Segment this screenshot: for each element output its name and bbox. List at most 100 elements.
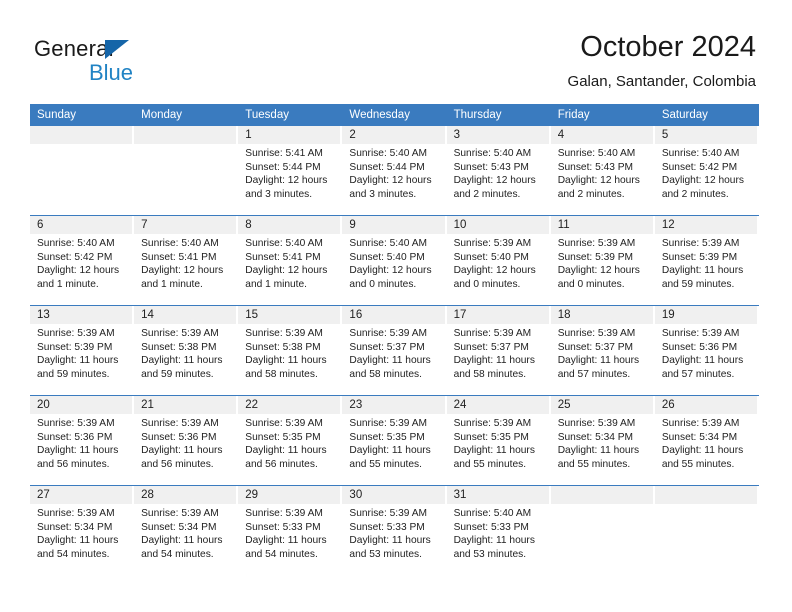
day-details: Sunrise: 5:39 AM Sunset: 5:33 PM Daylight:…	[342, 504, 445, 561]
daylight-text-line1: Daylight: 11 hours	[661, 355, 744, 367]
calendar-day-cell[interactable]: 10 Sunrise: 5:39 AM Sunset: 5:40 PM Dayligh…	[446, 215, 551, 306]
day-details: Sunrise: 5:39 AM Sunset: 5:35 PM Daylight:…	[238, 414, 341, 471]
sunrise-text: Sunrise: 5:39 AM	[349, 508, 428, 519]
day-number	[134, 126, 238, 144]
calendar-day-cell[interactable]: 30 Sunrise: 5:39 AM Sunset: 5:33 PM Dayligh…	[342, 485, 447, 575]
calendar-day-cell[interactable]: 13 Sunrise: 5:39 AM Sunset: 5:39 PM Dayligh…	[30, 305, 135, 396]
weekday-header-saturday: Saturday	[654, 104, 759, 126]
calendar-day-cell[interactable]: 28 Sunrise: 5:39 AM Sunset: 5:34 PM Dayligh…	[134, 485, 239, 575]
day-details: Sunrise: 5:39 AM Sunset: 5:37 PM Daylight:…	[447, 324, 550, 381]
calendar-day-cell[interactable]: 23 Sunrise: 5:39 AM Sunset: 5:35 PM Dayligh…	[342, 395, 447, 486]
calendar-day-cell-empty	[30, 126, 135, 216]
daylight-text-line2: and 59 minutes.	[37, 368, 110, 380]
calendar-day-cell[interactable]: 1 Sunrise: 5:41 AM Sunset: 5:44 PM Daylight…	[238, 126, 343, 216]
day-number: 16	[342, 306, 446, 324]
sunset-text: Sunset: 5:39 PM	[557, 251, 634, 263]
day-details: Sunrise: 5:39 AM Sunset: 5:37 PM Daylight:…	[551, 324, 654, 381]
calendar-day-cell[interactable]: 11 Sunrise: 5:39 AM Sunset: 5:39 PM Dayligh…	[550, 215, 655, 306]
calendar-day-cell[interactable]: 18 Sunrise: 5:39 AM Sunset: 5:37 PM Dayligh…	[550, 305, 655, 396]
day-details: Sunrise: 5:41 AM Sunset: 5:44 PM Daylight:…	[238, 144, 341, 201]
general-blue-logo[interactable]: General Blue	[34, 36, 234, 92]
sunrise-text: Sunrise: 5:39 AM	[37, 328, 115, 339]
sunrise-text: Sunrise: 5:39 AM	[245, 418, 323, 429]
daylight-text-line1: Daylight: 12 hours	[661, 175, 744, 187]
daylight-text-line2: and 55 minutes.	[557, 458, 631, 470]
sunrise-text: Sunrise: 5:40 AM	[349, 148, 428, 159]
daylight-text-line1: Daylight: 11 hours	[245, 445, 327, 457]
daylight-text-line2: and 58 minutes.	[453, 368, 527, 380]
calendar-day-cell[interactable]: 16 Sunrise: 5:39 AM Sunset: 5:37 PM Dayligh…	[342, 305, 447, 396]
calendar-day-cell[interactable]: 21 Sunrise: 5:39 AM Sunset: 5:36 PM Dayligh…	[134, 395, 239, 486]
calendar-day-cell[interactable]: 19 Sunrise: 5:39 AM Sunset: 5:36 PM Dayligh…	[654, 305, 759, 396]
day-number: 30	[342, 486, 446, 504]
sunrise-text: Sunrise: 5:39 AM	[557, 418, 636, 429]
calendar-day-cell[interactable]: 5 Sunrise: 5:40 AM Sunset: 5:42 PM Daylight…	[654, 126, 759, 216]
calendar-day-cell[interactable]: 6 Sunrise: 5:40 AM Sunset: 5:42 PM Daylight…	[30, 215, 135, 306]
daylight-text-line1: Daylight: 12 hours	[557, 175, 640, 187]
day-cell-inner	[30, 126, 135, 215]
day-details: Sunrise: 5:40 AM Sunset: 5:41 PM Daylight:…	[238, 234, 341, 291]
sunset-text: Sunset: 5:37 PM	[557, 341, 634, 353]
calendar-day-cell[interactable]: 4 Sunrise: 5:40 AM Sunset: 5:43 PM Daylight…	[550, 126, 655, 216]
day-number: 4	[550, 126, 654, 144]
calendar-day-cell[interactable]: 31 Sunrise: 5:40 AM Sunset: 5:33 PM Dayligh…	[446, 485, 551, 575]
sunrise-text: Sunrise: 5:39 AM	[37, 418, 115, 429]
sunrise-text: Sunrise: 5:39 AM	[141, 328, 219, 339]
day-number: 14	[134, 306, 238, 324]
day-number: 24	[446, 396, 550, 414]
sunrise-text: Sunrise: 5:40 AM	[453, 508, 532, 519]
weekday-header-wednesday: Wednesday	[342, 104, 447, 126]
calendar-day-cell[interactable]: 9 Sunrise: 5:40 AM Sunset: 5:40 PM Daylight…	[342, 215, 447, 306]
day-number: 11	[550, 216, 654, 234]
sunset-text: Sunset: 5:43 PM	[557, 161, 634, 173]
daylight-text-line1: Daylight: 12 hours	[557, 265, 640, 277]
sunrise-text: Sunrise: 5:39 AM	[349, 328, 428, 339]
calendar-day-cell[interactable]: 2 Sunrise: 5:40 AM Sunset: 5:44 PM Daylight…	[342, 126, 447, 216]
sunrise-text: Sunrise: 5:39 AM	[141, 508, 219, 519]
calendar-day-cell[interactable]: 3 Sunrise: 5:40 AM Sunset: 5:43 PM Daylight…	[446, 126, 551, 216]
daylight-text-line2: and 54 minutes.	[37, 548, 110, 560]
calendar-day-cell[interactable]: 17 Sunrise: 5:39 AM Sunset: 5:37 PM Dayligh…	[446, 305, 551, 396]
day-cell-inner	[134, 126, 239, 215]
daylight-text-line2: and 57 minutes.	[661, 368, 735, 380]
calendar-day-cell[interactable]: 22 Sunrise: 5:39 AM Sunset: 5:35 PM Dayligh…	[238, 395, 343, 486]
calendar-week-row: 20 Sunrise: 5:39 AM Sunset: 5:36 PM Dayligh…	[30, 395, 759, 486]
daylight-text-line2: and 2 minutes.	[557, 188, 625, 200]
day-details: Sunrise: 5:40 AM Sunset: 5:33 PM Daylight:…	[447, 504, 550, 561]
calendar-day-cell[interactable]: 15 Sunrise: 5:39 AM Sunset: 5:38 PM Dayligh…	[238, 305, 343, 396]
day-number: 28	[134, 486, 238, 504]
calendar-day-cell[interactable]: 12 Sunrise: 5:39 AM Sunset: 5:39 PM Dayligh…	[654, 215, 759, 306]
sunset-text: Sunset: 5:42 PM	[661, 161, 738, 173]
calendar-day-cell[interactable]: 29 Sunrise: 5:39 AM Sunset: 5:33 PM Dayligh…	[238, 485, 343, 575]
day-number: 2	[342, 126, 446, 144]
day-details: Sunrise: 5:39 AM Sunset: 5:34 PM Daylight:…	[134, 504, 237, 561]
daylight-text-line1: Daylight: 12 hours	[453, 265, 536, 277]
calendar-day-cell[interactable]: 8 Sunrise: 5:40 AM Sunset: 5:41 PM Daylight…	[238, 215, 343, 306]
title-block: October 2024 Galan, Santander, Colombia	[568, 30, 756, 92]
daylight-text-line2: and 55 minutes.	[453, 458, 527, 470]
sunset-text: Sunset: 5:36 PM	[661, 341, 738, 353]
day-number: 8	[238, 216, 342, 234]
calendar-day-cell[interactable]: 25 Sunrise: 5:39 AM Sunset: 5:34 PM Dayligh…	[550, 395, 655, 486]
calendar-day-cell[interactable]: 14 Sunrise: 5:39 AM Sunset: 5:38 PM Dayligh…	[134, 305, 239, 396]
sunrise-text: Sunrise: 5:39 AM	[245, 508, 323, 519]
calendar-day-cell[interactable]: 24 Sunrise: 5:39 AM Sunset: 5:35 PM Dayligh…	[446, 395, 551, 486]
calendar-week-row: 1 Sunrise: 5:41 AM Sunset: 5:44 PM Daylight…	[30, 126, 759, 216]
sunset-text: Sunset: 5:39 PM	[37, 341, 113, 353]
calendar-day-cell[interactable]: 27 Sunrise: 5:39 AM Sunset: 5:34 PM Dayligh…	[30, 485, 135, 575]
day-details: Sunrise: 5:39 AM Sunset: 5:35 PM Daylight:…	[447, 414, 550, 471]
calendar-day-cell[interactable]: 7 Sunrise: 5:40 AM Sunset: 5:41 PM Daylight…	[134, 215, 239, 306]
day-number: 19	[654, 306, 758, 324]
day-cell-inner: 7 Sunrise: 5:40 AM Sunset: 5:41 PM Daylight…	[134, 216, 239, 305]
calendar-day-cell[interactable]: 20 Sunrise: 5:39 AM Sunset: 5:36 PM Dayligh…	[30, 395, 135, 486]
day-cell-inner: 16 Sunrise: 5:39 AM Sunset: 5:37 PM Dayligh…	[342, 306, 447, 395]
day-cell-inner: 15 Sunrise: 5:39 AM Sunset: 5:38 PM Dayligh…	[238, 306, 343, 395]
day-details: Sunrise: 5:39 AM Sunset: 5:36 PM Daylight:…	[134, 414, 237, 471]
day-number: 18	[550, 306, 654, 324]
weekday-header-monday: Monday	[134, 104, 239, 126]
day-cell-inner: 5 Sunrise: 5:40 AM Sunset: 5:42 PM Daylight…	[654, 126, 759, 215]
day-cell-inner: 10 Sunrise: 5:39 AM Sunset: 5:40 PM Dayligh…	[446, 216, 551, 305]
calendar-week-row: 6 Sunrise: 5:40 AM Sunset: 5:42 PM Daylight…	[30, 215, 759, 306]
calendar-day-cell[interactable]: 26 Sunrise: 5:39 AM Sunset: 5:34 PM Dayligh…	[654, 395, 759, 486]
day-cell-inner: 1 Sunrise: 5:41 AM Sunset: 5:44 PM Daylight…	[238, 126, 343, 215]
